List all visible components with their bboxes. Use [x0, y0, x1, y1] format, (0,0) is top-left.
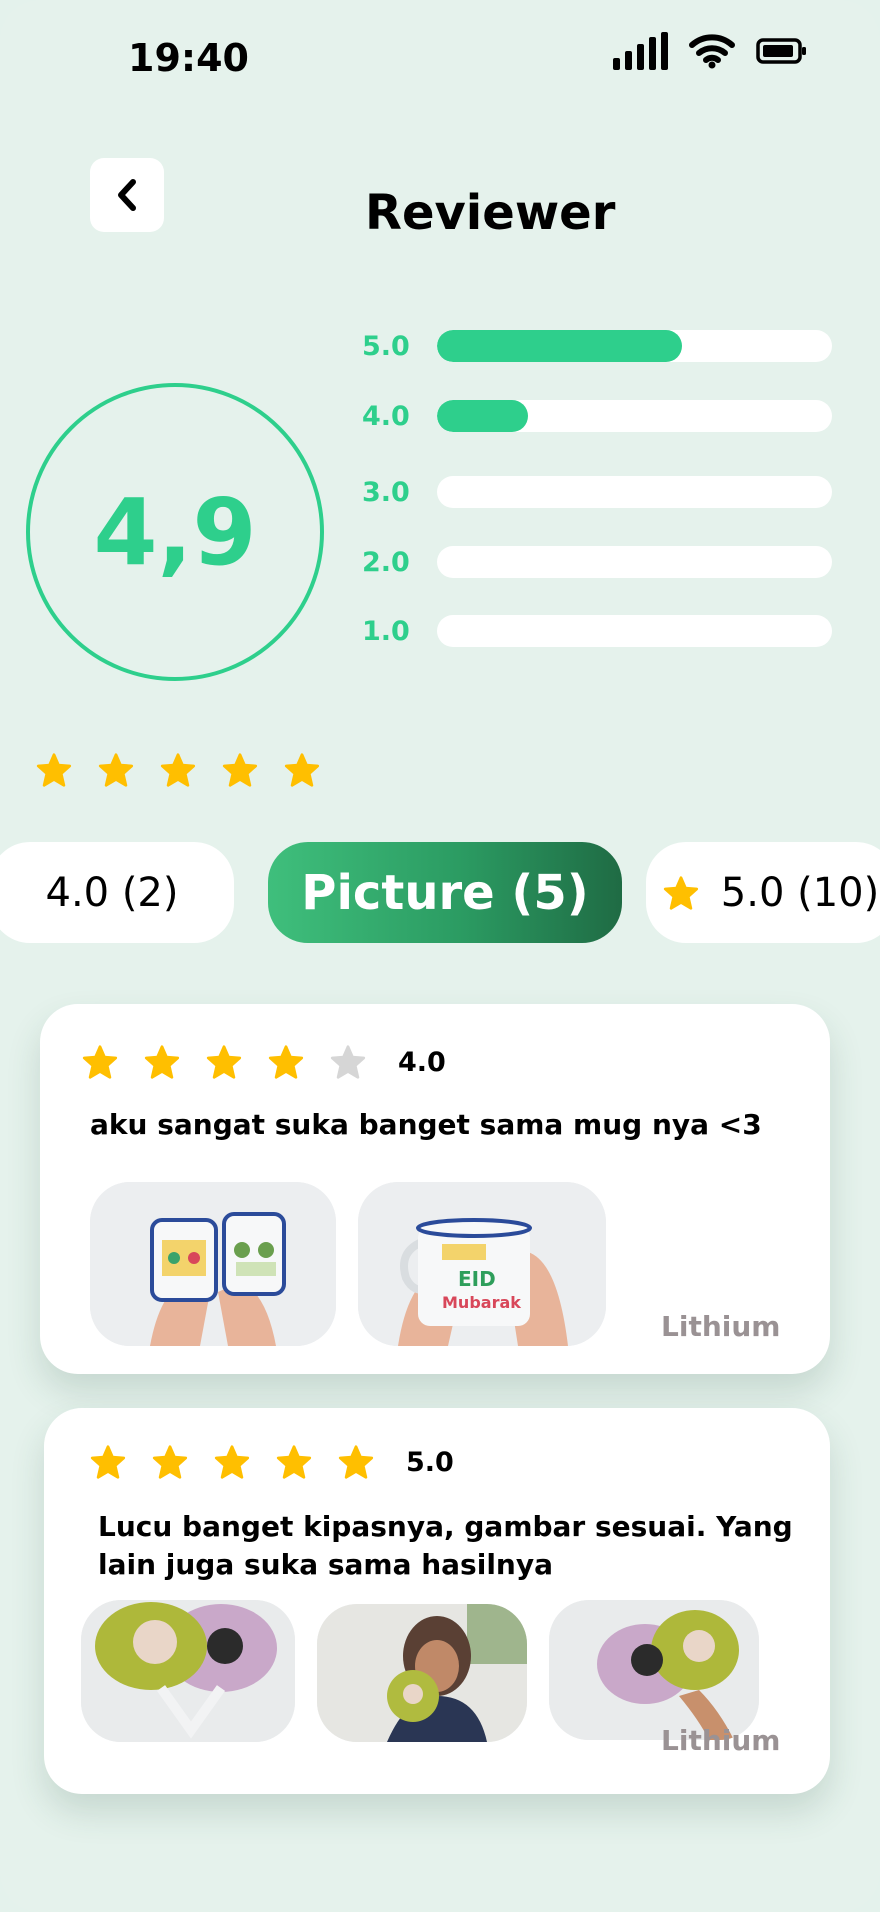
review-photo[interactable]: [81, 1600, 295, 1742]
review-rating: 4.0: [398, 1046, 446, 1078]
rating-bar-fill: [437, 330, 682, 362]
review-photo[interactable]: EID Mubarak: [358, 1182, 606, 1346]
svg-text:Mubarak: Mubarak: [442, 1293, 521, 1312]
rating-bar-row: 1.0: [362, 614, 832, 648]
star-filled-icon: [284, 753, 320, 787]
svg-text:EID: EID: [458, 1267, 496, 1291]
star-filled-icon: [222, 753, 258, 787]
status-time: 19:40: [128, 36, 249, 80]
filter-chip-4-stars[interactable]: 4.0 (2): [0, 842, 234, 943]
rating-bar-label: 2.0: [362, 546, 410, 578]
star-filled-icon: [276, 1445, 312, 1479]
star-icon: [663, 875, 698, 910]
review-stars: [82, 1044, 366, 1080]
chevron-left-icon: [118, 179, 136, 211]
rating-bar-track: [437, 546, 832, 578]
review-photo[interactable]: [317, 1604, 527, 1742]
fan-photo-image: [317, 1604, 527, 1742]
filter-chip-5-stars[interactable]: 5.0 (10): [646, 842, 880, 943]
rating-bar-track: [437, 615, 832, 647]
filter-chip-label: 5.0 (10): [720, 869, 880, 916]
summary-stars: [36, 752, 320, 788]
back-button[interactable]: [90, 158, 164, 232]
reviewer-screen: 19:40 Reviewer 4,9 5.0 4.0 3.0 2.0 1.0 4…: [0, 0, 880, 1912]
rating-bar-row: 3.0: [362, 475, 832, 509]
star-filled-icon: [338, 1445, 374, 1479]
star-filled-icon: [144, 1045, 180, 1079]
mug-photo-image: [90, 1182, 336, 1346]
star-filled-icon: [214, 1445, 250, 1479]
cellular-signal-icon: [613, 32, 668, 70]
star-filled-icon: [90, 1445, 126, 1479]
review-rating: 5.0: [406, 1446, 454, 1478]
status-icons: [613, 32, 808, 70]
review-author: Lithium: [661, 1724, 781, 1757]
mug-photo-image: EID Mubarak: [358, 1182, 606, 1346]
review-text: Lucu banget kipasnya, gambar sesuai. Yan…: [98, 1510, 793, 1581]
average-rating-value: 4,9: [93, 478, 257, 586]
star-filled-icon: [160, 753, 196, 787]
rating-bar-track: [437, 330, 832, 362]
wifi-icon: [689, 34, 735, 69]
review-stars: [90, 1444, 374, 1480]
filter-chip-label: Picture (5): [301, 864, 589, 921]
rating-bar-label: 5.0: [362, 330, 410, 362]
review-author: Lithium: [661, 1310, 781, 1343]
rating-bar-track: [437, 476, 832, 508]
battery-icon: [756, 38, 806, 64]
review-stars-row: 5.0: [90, 1444, 454, 1480]
page-title: Reviewer: [365, 185, 616, 241]
review-photo[interactable]: [549, 1600, 759, 1740]
rating-bar-track: [437, 400, 832, 432]
star-filled-icon: [268, 1045, 304, 1079]
star-filled-icon: [152, 1445, 188, 1479]
star-filled-icon: [82, 1045, 118, 1079]
rating-bar-row: 4.0: [362, 399, 832, 433]
review-photo[interactable]: [90, 1182, 336, 1346]
rating-bar-fill: [437, 400, 528, 432]
rating-bar-label: 4.0: [362, 400, 410, 432]
review-card: 5.0 Lucu banget kipasnya, gambar sesuai.…: [44, 1408, 830, 1794]
review-text: aku sangat suka banget sama mug nya <3: [90, 1108, 762, 1141]
fan-photo-image: [81, 1600, 295, 1742]
average-rating-circle: 4,9: [26, 383, 324, 681]
review-stars-row: 4.0: [82, 1044, 446, 1080]
review-card: 4.0 aku sangat suka banget sama mug nya …: [40, 1004, 830, 1374]
rating-bar-label: 1.0: [362, 615, 410, 647]
rating-bar-row: 5.0: [362, 329, 832, 363]
rating-bar-row: 2.0: [362, 545, 832, 579]
filter-chip-picture[interactable]: Picture (5): [268, 842, 622, 943]
star-filled-icon: [36, 753, 72, 787]
fan-photo-image: [549, 1600, 759, 1740]
star-empty-icon: [330, 1045, 366, 1079]
star-filled-icon: [206, 1045, 242, 1079]
filter-chip-label: 4.0 (2): [45, 869, 179, 916]
star-filled-icon: [98, 753, 134, 787]
rating-bar-label: 3.0: [362, 476, 410, 508]
